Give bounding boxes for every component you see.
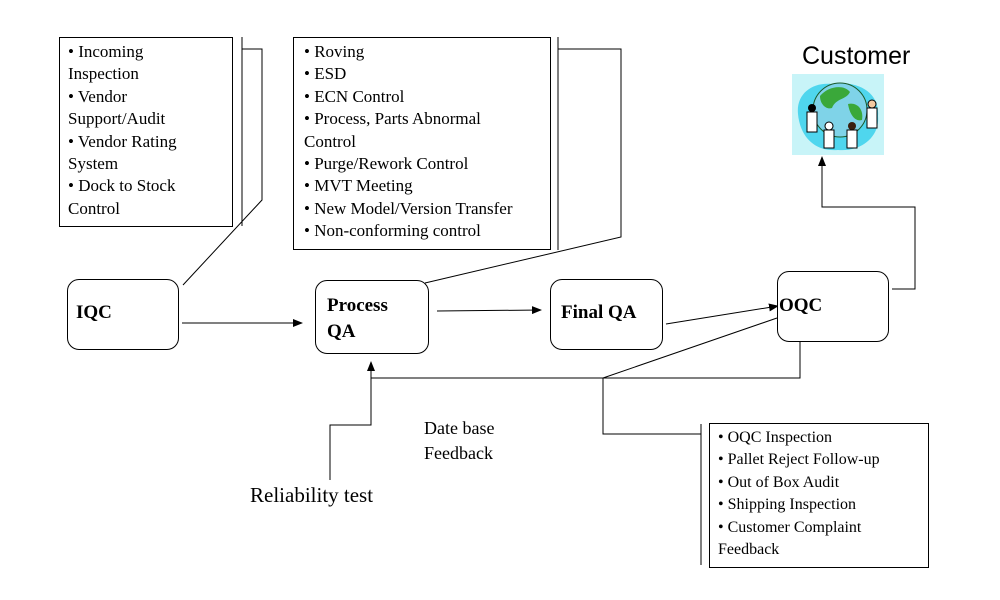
list-item: • OQC Inspection [718,429,833,446]
node-label: QA [327,321,356,342]
node-label: Process [327,295,388,316]
list-item: Support/Audit [68,109,166,129]
node-label: Final QA [561,302,637,323]
list-item: • Process, Parts Abnormal [304,109,481,129]
arrow-oqc-to-customer [818,156,916,290]
list-item: • Purge/Rework Control [304,154,469,174]
node-label: IQC [76,302,112,323]
feedback-line1: Date base [424,418,495,438]
list-item: • ECN Control [304,86,405,106]
list-item: • New Model/Version Transfer [304,198,513,218]
database-feedback-label: Date base Feedback [424,416,494,466]
list-item: • Vendor Rating [68,131,177,151]
oqc-activities-box: • OQC Inspection • Pallet Reject Follow-… [709,423,929,568]
reliability-test-label: Reliability test [250,483,374,507]
process-qa-activities-box: • Roving • ESD • ECN Control • Process, … [293,37,551,250]
node-oqc: OQC [777,271,889,342]
list-item: • Pallet Reject Follow-up [718,451,880,469]
node-label: OQC [779,295,823,316]
list-item: Control [304,131,356,151]
list-item: • Customer Complaint [718,518,862,536]
feedback-line2: Feedback [424,443,493,463]
iqc-activities-box: • Incoming Inspection • Vendor Support/A… [59,37,233,227]
list-item: • Incoming [68,42,144,61]
list-item: • Out of Box Audit [718,473,840,491]
list-item: System [68,154,119,174]
qa-flow-diagram: • Incoming Inspection • Vendor Support/A… [0,0,1000,600]
list-item: • Non-conforming control [304,221,481,241]
arrow-final-to-oqc [665,303,779,325]
arrow-process-to-final [436,306,542,315]
reliability-line [329,378,372,480]
list-item: Feedback [718,541,780,559]
people-around-globe-icon [792,74,884,155]
list-item: • Shipping Inspection [718,496,857,514]
list-item: Inspection [68,64,139,84]
list-item: • MVT Meeting [304,176,413,196]
node-final-qa: Final QA [550,279,663,350]
list-item: • ESD [304,64,347,84]
list-item: • Vendor [68,86,127,106]
customer-label: Customer [802,42,911,70]
node-iqc: IQC [67,279,179,350]
list-item: • Dock to Stock [68,176,176,196]
list-item: Control [68,198,120,218]
list-item: • Roving [304,42,365,61]
node-process-qa: Process QA [315,280,429,354]
